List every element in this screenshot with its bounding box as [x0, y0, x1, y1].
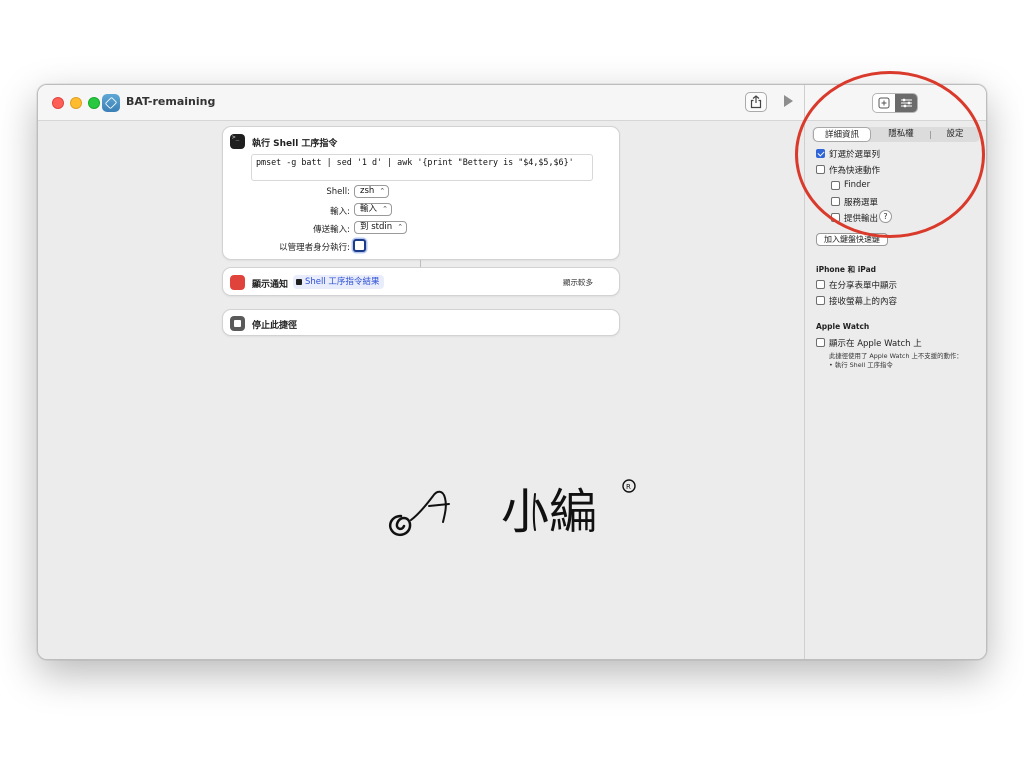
window-title[interactable]: BAT-remaining: [126, 95, 215, 108]
watch-section-heading: Apple Watch: [816, 322, 870, 331]
pass-input-label: 傳送輸入:: [313, 225, 350, 235]
show-on-watch-checkbox[interactable]: [816, 338, 825, 347]
admin-label: 以管理者身分執行:: [279, 243, 350, 253]
watch-warning-item: • 執行 Shell 工序指令: [829, 361, 893, 369]
show-notification-action[interactable]: 顯示通知 Shell 工序指令結果 顯示較多: [222, 267, 620, 296]
iphone-section-heading: iPhone 和 iPad: [816, 265, 877, 274]
input-label: 輸入:: [330, 207, 350, 217]
pass-input-value: 到 stdin: [360, 222, 393, 232]
shell-popup[interactable]: zsh ⌃: [354, 185, 390, 198]
editor-canvas[interactable]: 執行 Shell 工序指令 pmset -g batt | sed '1 d' …: [38, 122, 804, 659]
chevron-updown-icon: ⌃: [382, 205, 389, 213]
chevron-updown-icon: ⌃: [379, 187, 386, 195]
watermark: 小編 R: [383, 474, 676, 558]
action-connector: [420, 260, 421, 267]
watch-warning: 此捷徑使用了 Apple Watch 上不支援的動作：: [829, 352, 963, 360]
script-text[interactable]: pmset -g batt | sed '1 d' | awk '{print …: [256, 157, 574, 167]
run-shell-action[interactable]: 執行 Shell 工序指令 pmset -g batt | sed '1 d' …: [222, 126, 620, 260]
onscreen-content-checkbox[interactable]: [816, 296, 825, 305]
chevron-updown-icon: ⌃: [397, 223, 404, 231]
bell-icon: [230, 275, 245, 290]
share-sheet-checkbox[interactable]: [816, 280, 825, 289]
share-button[interactable]: [745, 92, 767, 112]
action-title: 執行 Shell 工序指令: [252, 139, 338, 149]
close-button[interactable]: [52, 97, 64, 109]
shortcut-icon[interactable]: [102, 94, 120, 112]
admin-checkbox[interactable]: [353, 239, 366, 252]
action-title: 顯示通知: [252, 280, 289, 290]
stop-shortcut-action[interactable]: 停止此捷徑: [222, 309, 620, 336]
input-popup[interactable]: 輸入 ⌃: [354, 203, 393, 216]
watermark-text: 小編: [501, 484, 597, 540]
terminal-icon: [230, 134, 245, 149]
watermark-logo: 小編 R: [389, 479, 676, 540]
script-editor[interactable]: pmset -g batt | sed '1 d' | awk '{print …: [251, 154, 593, 181]
shell-result-variable[interactable]: Shell 工序指令結果: [293, 275, 385, 289]
annotation-ring: [795, 71, 985, 238]
input-value: 輸入: [360, 204, 378, 214]
minimize-button[interactable]: [70, 97, 82, 109]
share-icon: [750, 95, 762, 109]
play-icon[interactable]: [784, 95, 793, 107]
stop-icon: [230, 316, 245, 331]
action-title: 停止此捷徑: [252, 321, 298, 331]
shell-value: zsh: [360, 186, 375, 196]
onscreen-content-label[interactable]: 接收螢幕上的內容: [829, 295, 897, 307]
pass-input-popup[interactable]: 到 stdin ⌃: [354, 221, 408, 234]
show-on-watch-label[interactable]: 顯示在 Apple Watch 上: [829, 337, 922, 349]
svg-text:R: R: [626, 483, 631, 491]
show-more-link[interactable]: 顯示較多: [563, 277, 593, 288]
shell-label: Shell:: [326, 187, 350, 197]
zoom-button[interactable]: [88, 97, 100, 109]
share-sheet-label[interactable]: 在分享表單中顯示: [829, 279, 897, 291]
